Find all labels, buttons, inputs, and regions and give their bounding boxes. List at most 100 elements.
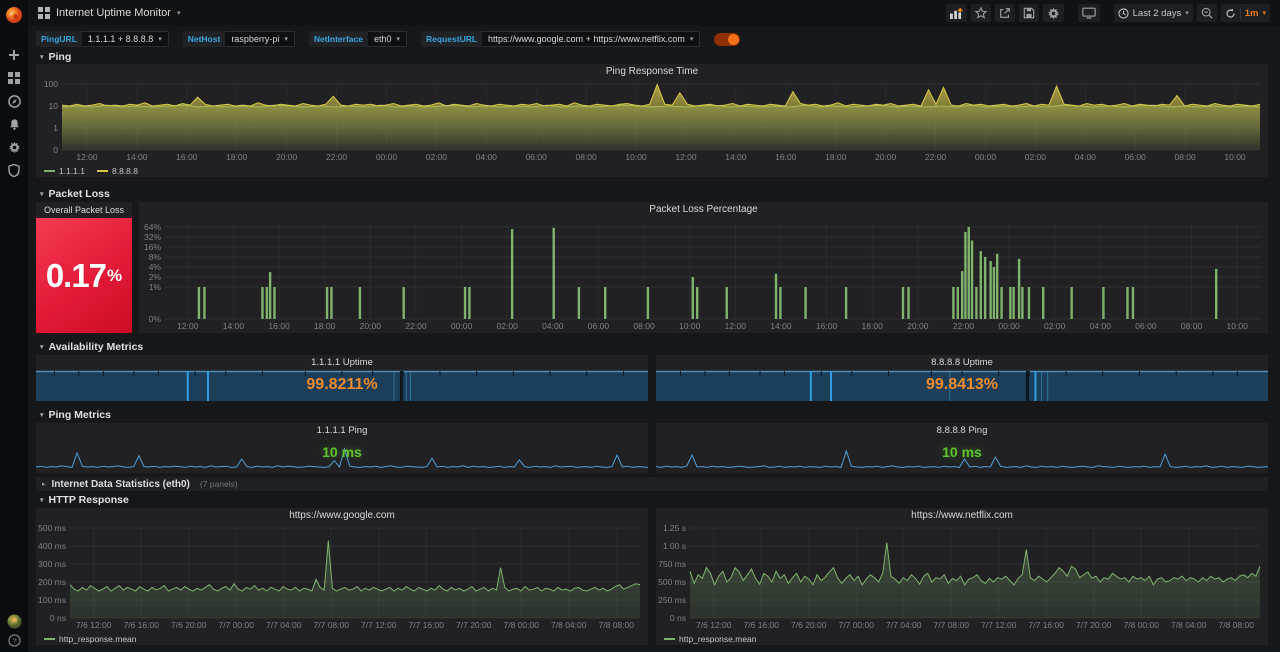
http-google-chart[interactable]: 0 ns100 ms200 ms300 ms400 ms500 ms7/6 12…: [36, 524, 648, 632]
grafana-logo-icon[interactable]: [0, 4, 28, 26]
variable-netinterface[interactable]: NetInterface eth0▾: [309, 31, 407, 47]
row-header-http-response[interactable]: ▾HTTP Response: [40, 494, 129, 506]
chart-legend[interactable]: http_response.mean: [664, 634, 757, 644]
row-header-availability[interactable]: ▾Availability Metrics: [40, 341, 143, 353]
svg-text:7/6 12:00: 7/6 12:00: [696, 620, 732, 630]
svg-text:1.25 s: 1.25 s: [663, 524, 686, 533]
svg-text:32%: 32%: [144, 232, 161, 242]
chevron-down-icon: ▾: [158, 35, 162, 43]
variable-label: NetInterface: [309, 31, 368, 47]
panel-title[interactable]: 1.1.1.1 Uptime: [36, 355, 648, 369]
panel-title[interactable]: 1.1.1.1 Ping: [36, 423, 648, 437]
panel-title[interactable]: Packet Loss Percentage: [139, 202, 1268, 218]
panel-overall-packet-loss: Overall Packet Loss 0.17 %: [36, 202, 132, 333]
create-plus-icon[interactable]: [0, 45, 28, 65]
refresh-caret-icon: ▾: [1262, 9, 1266, 17]
svg-text:?: ?: [12, 636, 16, 645]
svg-text:1%: 1%: [149, 282, 162, 292]
svg-text:7/7 12:00: 7/7 12:00: [361, 620, 397, 630]
svg-text:7/7 12:00: 7/7 12:00: [981, 620, 1017, 630]
svg-text:250 ms: 250 ms: [658, 595, 686, 605]
legend-item[interactable]: http_response.mean: [44, 634, 137, 644]
packet-loss-chart[interactable]: 0%1%2%4%8%16%32%64%12:0014:0016:0018:002…: [139, 218, 1268, 333]
admin-shield-icon[interactable]: [0, 160, 28, 180]
svg-text:08:00: 08:00: [1181, 321, 1203, 331]
row-title: Ping Metrics: [49, 409, 111, 421]
zoom-out-button[interactable]: [1197, 4, 1217, 22]
dashboard-settings-button[interactable]: [1043, 4, 1064, 22]
svg-text:04:00: 04:00: [1090, 321, 1112, 331]
row-header-packet-loss[interactable]: ▾Packet Loss: [40, 188, 110, 200]
legend-label: 1.1.1.1: [59, 166, 85, 176]
chevron-down-icon: ▾: [40, 496, 44, 504]
ping-sparkline[interactable]: [656, 437, 1268, 473]
svg-text:14:00: 14:00: [770, 321, 792, 331]
title-caret-icon: ▾: [177, 9, 181, 17]
legend-item[interactable]: 8.8.8.8: [97, 166, 138, 176]
svg-text:0: 0: [53, 145, 58, 155]
user-avatar[interactable]: [0, 612, 28, 630]
kiosk-tv-button[interactable]: [1078, 4, 1100, 22]
add-panel-button[interactable]: [946, 4, 967, 22]
legend-swatch: [44, 638, 55, 640]
variable-value: raspberry-pi: [231, 34, 279, 44]
ping-sparkline[interactable]: [36, 437, 648, 473]
alerting-bell-icon[interactable]: [0, 114, 28, 134]
dashboard-title-dropdown[interactable]: Internet Uptime Monitor ▾: [28, 7, 180, 19]
share-dashboard-button[interactable]: [995, 4, 1015, 22]
variable-nethost[interactable]: NetHost raspberry-pi▾: [183, 31, 295, 47]
dashboard-variables: PingURL 1.1.1.1 + 8.8.8.8▾ NetHost raspb…: [36, 31, 740, 47]
star-dashboard-button[interactable]: [971, 4, 991, 22]
configuration-gear-icon[interactable]: [0, 137, 28, 157]
panel-title[interactable]: Ping Response Time: [36, 64, 1268, 80]
legend-item[interactable]: http_response.mean: [664, 634, 757, 644]
chart-legend[interactable]: http_response.mean: [44, 634, 137, 644]
http-netflix-chart[interactable]: 0 ns250 ms500 ms750 ms1.00 s1.25 s7/6 12…: [656, 524, 1268, 632]
svg-text:14:00: 14:00: [223, 321, 245, 331]
svg-text:04:00: 04:00: [1075, 152, 1097, 162]
help-icon[interactable]: ?: [0, 632, 28, 648]
panel-title[interactable]: 8.8.8.8 Ping: [656, 423, 1268, 437]
svg-text:12:00: 12:00: [76, 152, 98, 162]
svg-text:7/8 00:00: 7/8 00:00: [504, 620, 540, 630]
svg-text:10:00: 10:00: [625, 152, 647, 162]
svg-text:7/7 04:00: 7/7 04:00: [266, 620, 302, 630]
svg-text:08:00: 08:00: [633, 321, 655, 331]
panel-title[interactable]: Overall Packet Loss: [36, 202, 132, 218]
chevron-down-icon: ▾: [690, 35, 694, 43]
svg-text:16:00: 16:00: [816, 321, 838, 331]
chevron-down-icon: ▾: [397, 35, 401, 43]
legend-swatch: [664, 638, 675, 640]
variable-requesturl[interactable]: RequestURL https://www.google.com + http…: [421, 31, 700, 47]
svg-text:14:00: 14:00: [126, 152, 148, 162]
panel-title[interactable]: 8.8.8.8 Uptime: [656, 355, 1268, 369]
divider: [1240, 7, 1241, 19]
variable-pingurl[interactable]: PingURL 1.1.1.1 + 8.8.8.8▾: [36, 31, 169, 47]
svg-text:7/8 04:00: 7/8 04:00: [551, 620, 587, 630]
explore-compass-icon[interactable]: [0, 91, 28, 111]
chart-legend[interactable]: 1.1.1.1 8.8.8.8: [44, 166, 138, 176]
ping-response-chart[interactable]: 011010012:0014:0016:0018:0020:0022:0000:…: [36, 80, 1268, 164]
time-range-picker[interactable]: Last 2 days ▾: [1114, 4, 1193, 22]
toggle-knob: [728, 34, 739, 45]
annotations-toggle[interactable]: [714, 33, 740, 46]
row-header-ping[interactable]: ▾Ping: [40, 51, 71, 63]
time-range-label: Last 2 days: [1133, 8, 1182, 19]
refresh-button-group[interactable]: 1m ▾: [1221, 4, 1270, 22]
save-dashboard-button[interactable]: [1019, 4, 1039, 22]
dashboards-grid-icon[interactable]: [0, 68, 28, 88]
svg-text:500 ms: 500 ms: [658, 577, 686, 587]
legend-item[interactable]: 1.1.1.1: [44, 166, 85, 176]
svg-text:100 ms: 100 ms: [38, 595, 66, 605]
uptime-sparkline[interactable]: [656, 369, 1268, 401]
svg-text:7/7 20:00: 7/7 20:00: [456, 620, 492, 630]
row-header-internet-stats-collapsed[interactable]: ▸ Internet Data Statistics (eth0) (7 pan…: [36, 477, 1268, 491]
panel-title[interactable]: https://www.google.com: [36, 508, 648, 524]
svg-text:7/6 12:00: 7/6 12:00: [76, 620, 112, 630]
panel-title[interactable]: https://www.netflix.com: [656, 508, 1268, 524]
svg-text:00:00: 00:00: [451, 321, 473, 331]
uptime-sparkline[interactable]: [36, 369, 648, 401]
svg-text:100: 100: [44, 80, 58, 89]
row-header-ping-metrics[interactable]: ▾Ping Metrics: [40, 409, 111, 421]
svg-text:16:00: 16:00: [268, 321, 290, 331]
